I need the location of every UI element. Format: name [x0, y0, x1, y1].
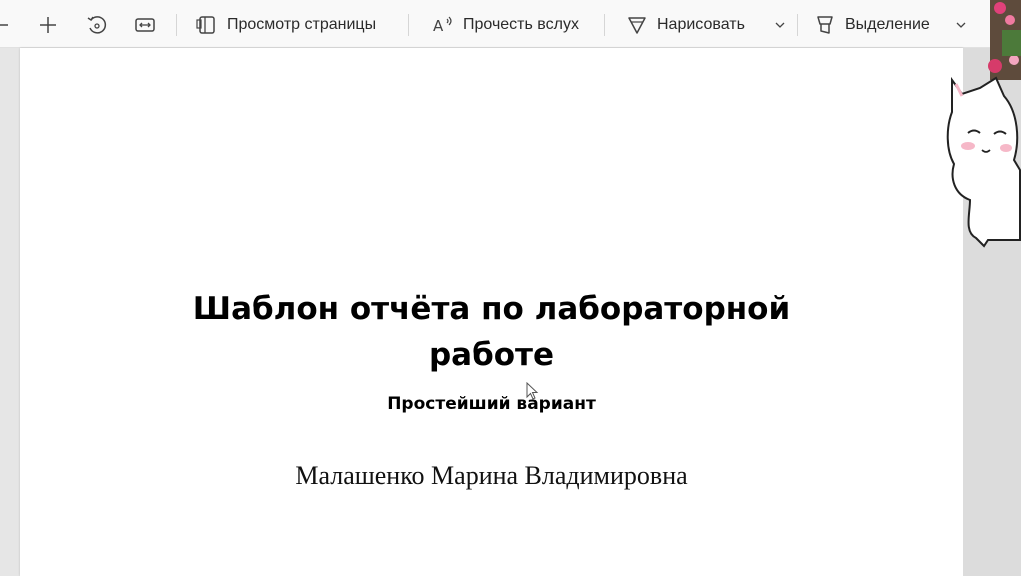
draw-label: Нарисовать — [657, 16, 745, 33]
rotate-icon — [87, 16, 107, 34]
highlight-label: Выделение — [845, 16, 930, 33]
document-subtitle: Простейший вариант — [387, 394, 596, 414]
draw-button[interactable]: Нарисовать — [626, 8, 745, 42]
rotate-button[interactable] — [86, 8, 108, 42]
toolbar-divider — [176, 14, 177, 36]
zoom-in-button[interactable] — [38, 8, 58, 42]
plus-icon — [40, 17, 56, 33]
page-view-button[interactable]: Просмотр страницы — [196, 8, 376, 42]
document-author: Малашенко Марина Владимировна — [295, 461, 688, 490]
toolbar-divider — [604, 14, 605, 36]
svg-text:A: A — [433, 17, 444, 35]
mouse-cursor-icon — [526, 382, 539, 400]
pdf-page: Шаблон отчёта по лабораторной работе Про… — [20, 48, 963, 576]
cat-sticker-icon — [946, 0, 1021, 248]
document-title-line: Шаблон отчёта по лабораторной — [192, 291, 791, 327]
fit-width-icon — [135, 18, 155, 32]
toolbar-divider — [797, 14, 798, 36]
minus-icon — [0, 24, 8, 26]
read-aloud-icon: A — [433, 16, 452, 35]
toolbar-divider — [408, 14, 409, 36]
zoom-out-button[interactable] — [0, 8, 10, 42]
highlight-button[interactable]: Выделение — [814, 8, 930, 42]
document-title-line: работе — [428, 337, 555, 373]
chevron-down-icon[interactable] — [774, 19, 786, 31]
read-aloud-label: Прочесть вслух — [463, 16, 579, 33]
highlighter-icon — [817, 16, 833, 34]
fit-width-button[interactable] — [134, 8, 156, 42]
page-view-icon — [196, 16, 215, 34]
read-aloud-button[interactable]: A Прочесть вслух — [432, 8, 579, 42]
pen-icon — [628, 17, 646, 34]
pdf-toolbar: Просмотр страницы A Прочесть вслух Нарис… — [0, 0, 1021, 48]
document-title: Шаблон отчёта по лабораторной работе — [20, 286, 963, 378]
page-view-label: Просмотр страницы — [227, 16, 377, 33]
